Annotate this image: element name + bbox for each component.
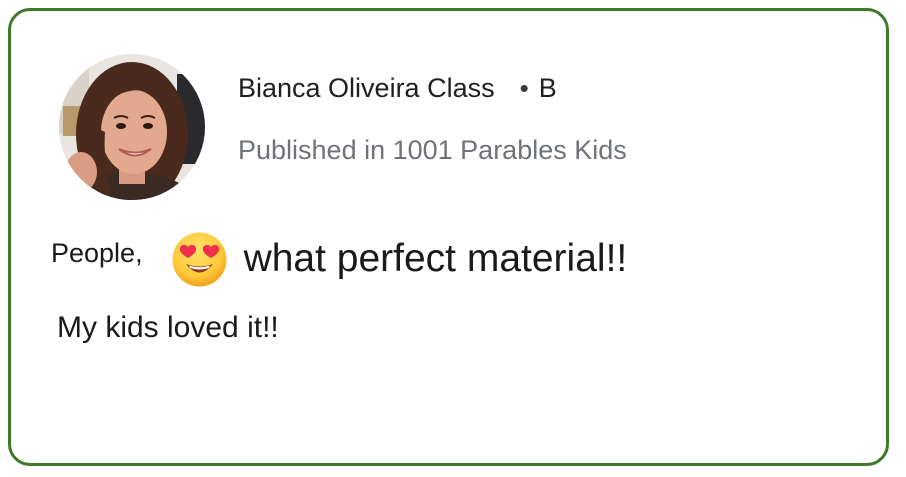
comment-prefix: People, <box>51 237 143 268</box>
comment-line-two: My kids loved it!! <box>57 311 279 344</box>
separator-dot: • <box>519 73 529 103</box>
avatar[interactable] <box>59 54 205 200</box>
author-badge: B <box>538 73 557 103</box>
avatar-photo <box>59 54 205 200</box>
comment-headline: what perfect material!! <box>243 237 628 280</box>
author-row: Bianca Oliveira Class • B <box>238 73 557 104</box>
comment-card: Bianca Oliveira Class • B Published in 1… <box>8 8 889 466</box>
publication-label[interactable]: Published in 1001 Parables Kids <box>238 135 627 166</box>
smiling-face-with-heart-eyes-icon <box>171 231 228 288</box>
comment-line-one: People, what perfect material!! <box>51 229 627 289</box>
author-name[interactable]: Bianca Oliveira Class <box>238 73 495 104</box>
